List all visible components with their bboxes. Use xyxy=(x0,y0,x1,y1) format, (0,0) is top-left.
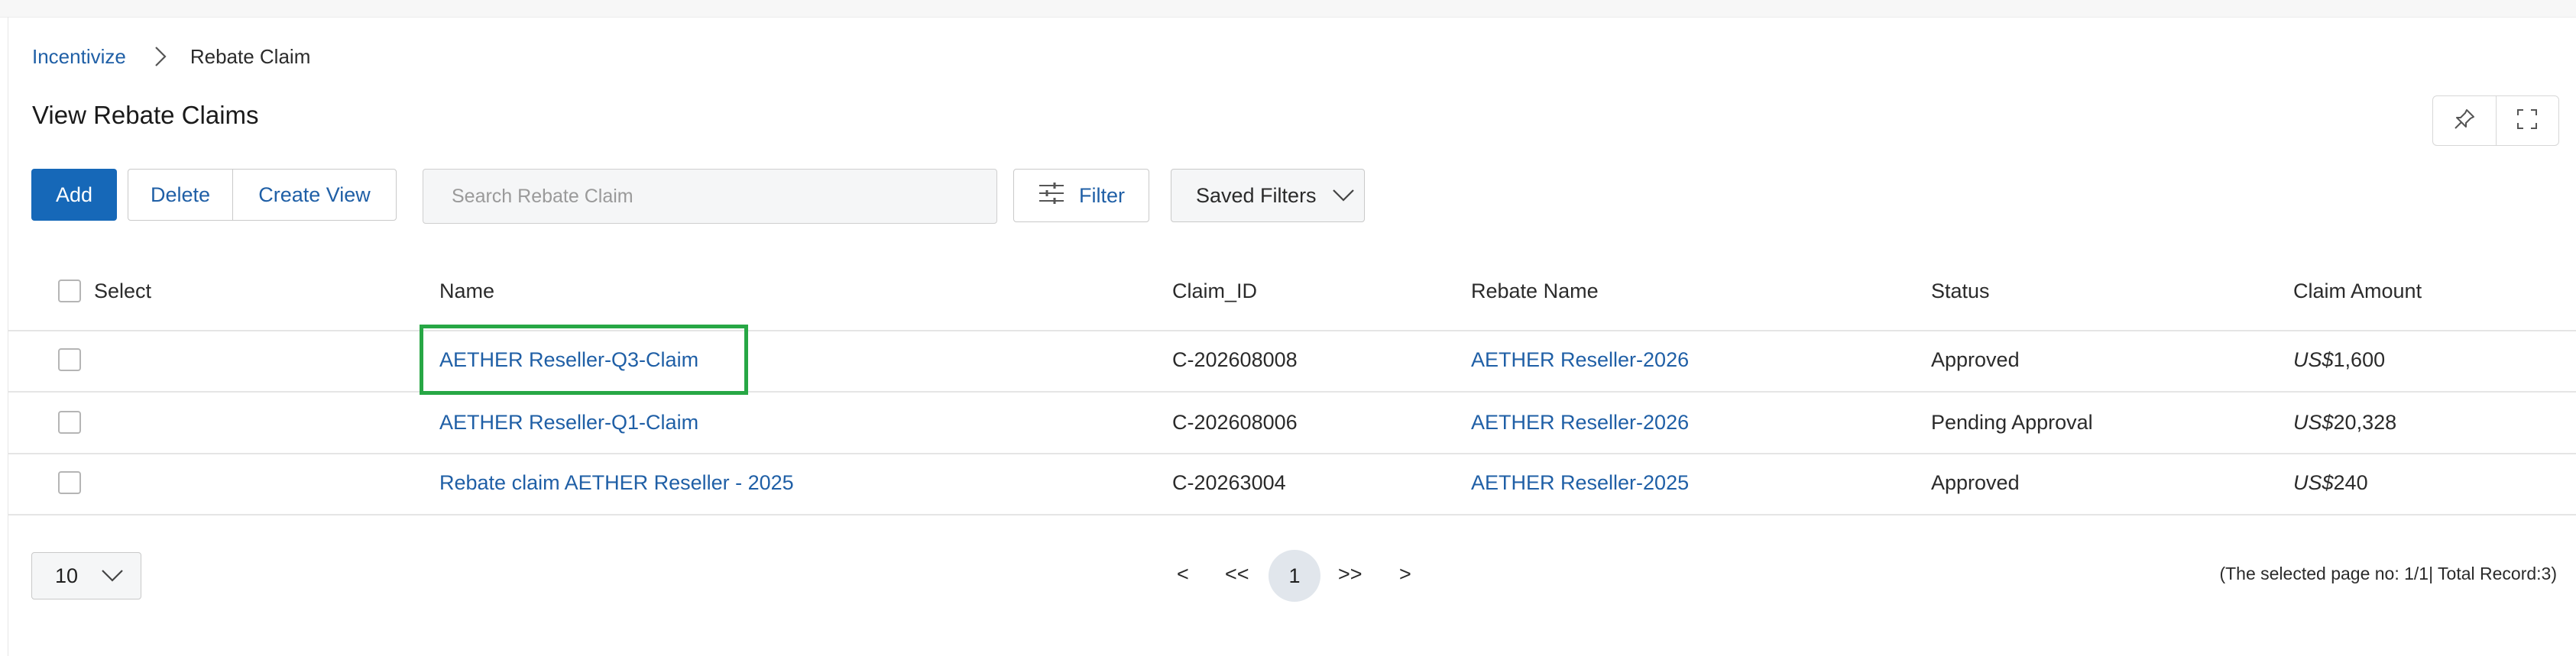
saved-filters-label: Saved Filters xyxy=(1196,183,1317,207)
record-info: (The selected page no: 1/1| Total Record… xyxy=(2219,564,2557,583)
pin-icon xyxy=(2452,107,2477,135)
action-button-group: Delete Create View xyxy=(128,169,397,221)
claim-id: C-202608006 xyxy=(1172,411,1298,434)
page-actions xyxy=(2432,95,2559,146)
saved-filters-dropdown[interactable]: Saved Filters xyxy=(1171,169,1365,222)
fullscreen-icon xyxy=(2515,107,2539,135)
pin-button[interactable] xyxy=(2433,96,2496,145)
breadcrumb-incentivize-link[interactable]: Incentivize xyxy=(32,45,126,69)
filter-button[interactable]: Filter xyxy=(1013,169,1149,222)
search-box xyxy=(423,169,997,224)
current-page-button[interactable]: 1 xyxy=(1269,550,1320,602)
divider xyxy=(8,514,2576,515)
create-view-button[interactable]: Create View xyxy=(232,170,396,220)
amount: 1,600 xyxy=(2333,348,2386,371)
filter-sliders-icon xyxy=(1038,182,1065,210)
header-rebate-name[interactable]: Rebate Name xyxy=(1471,280,1599,303)
header-name[interactable]: Name xyxy=(439,280,494,303)
rebate-name-link[interactable]: AETHER Reseller-2026 xyxy=(1471,411,1689,435)
header-select: Select xyxy=(94,280,152,302)
claim-name-link[interactable]: AETHER Reseller-Q1-Claim xyxy=(439,411,698,435)
chevron-down-icon xyxy=(1332,184,1355,208)
search-input[interactable] xyxy=(450,184,996,208)
header-claim-id[interactable]: Claim_ID xyxy=(1172,280,1257,303)
status: Approved xyxy=(1931,471,2020,494)
add-button[interactable]: Add xyxy=(31,169,117,221)
claim-id: C-202608008 xyxy=(1172,348,1298,371)
status: Pending Approval xyxy=(1931,411,2093,434)
currency: US$ xyxy=(2293,411,2334,434)
rebate-name-link[interactable]: AETHER Reseller-2025 xyxy=(1471,471,1689,495)
claim-id: C-20263004 xyxy=(1172,471,1286,494)
rebate-name-link[interactable]: AETHER Reseller-2026 xyxy=(1471,348,1689,372)
page-size-value: 10 xyxy=(55,564,79,587)
header-status[interactable]: Status xyxy=(1931,280,1990,303)
amount: 20,328 xyxy=(2333,411,2397,434)
first-page-button[interactable]: << xyxy=(1225,563,1249,587)
divider xyxy=(8,453,2576,454)
currency: US$ xyxy=(2293,348,2334,371)
claim-amount: US$20,328 xyxy=(2293,411,2396,435)
selection-highlight xyxy=(420,325,748,395)
breadcrumb: Incentivize Rebate Claim xyxy=(32,43,310,70)
delete-button[interactable]: Delete xyxy=(128,170,232,220)
claim-name-link[interactable]: Rebate claim AETHER Reseller - 2025 xyxy=(439,471,794,495)
claim-amount: US$1,600 xyxy=(2293,348,2385,372)
chevron-right-icon xyxy=(149,45,172,68)
select-all-checkbox[interactable] xyxy=(58,280,81,302)
page-title: View Rebate Claims xyxy=(32,101,259,129)
filter-label: Filter xyxy=(1079,183,1125,207)
row-checkbox[interactable] xyxy=(58,471,81,494)
last-page-button[interactable]: >> xyxy=(1338,563,1363,587)
status: Approved xyxy=(1931,348,2020,371)
header-claim-amount[interactable]: Claim Amount xyxy=(2293,280,2422,303)
currency: US$ xyxy=(2293,471,2334,494)
top-bar xyxy=(0,0,2576,18)
claim-amount: US$240 xyxy=(2293,471,2368,495)
chevron-down-icon xyxy=(101,564,124,588)
amount: 240 xyxy=(2333,471,2368,494)
divider xyxy=(8,330,2576,331)
divider xyxy=(8,391,2576,393)
fullscreen-button[interactable] xyxy=(2495,96,2559,145)
next-page-button[interactable]: > xyxy=(1399,563,1411,587)
row-checkbox[interactable] xyxy=(58,348,81,371)
row-checkbox[interactable] xyxy=(58,411,81,434)
breadcrumb-current: Rebate Claim xyxy=(190,44,311,68)
page-size-select[interactable]: 10 xyxy=(31,552,141,599)
prev-page-button[interactable]: < xyxy=(1177,563,1189,587)
